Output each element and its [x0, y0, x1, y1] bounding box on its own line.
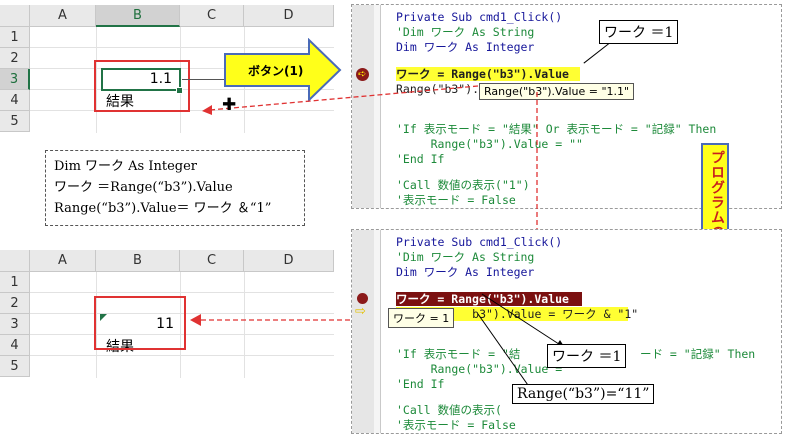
column-header-b[interactable]: B — [96, 250, 180, 272]
row-header-5[interactable]: 5 — [0, 356, 30, 377]
bottom-cells-highlight-box — [94, 296, 186, 350]
note-line-1: Dim ワーク As Integer — [54, 159, 198, 174]
code-line-3: Dim ワーク As Integer — [396, 40, 535, 54]
code-line-13: 'Call 数値の表示("1") — [396, 178, 530, 192]
note-line-2: ワーク ＝Range(“b3”).Value — [54, 180, 233, 195]
code-line-current: ワーク = Range("b3").Value — [396, 67, 569, 81]
value-tooltip: Range("b3").Value = "1.1" — [479, 83, 635, 100]
row-header-1[interactable]: 1 — [0, 27, 30, 48]
sheet-corner[interactable] — [0, 250, 30, 272]
range-value-callout: Range(“b3”)=“11” — [512, 384, 655, 404]
note-line-3: Range(“b3”).Value＝ ワーク ＆“1” — [54, 201, 272, 216]
cursor-cross-icon: ✚ — [222, 95, 237, 115]
code-line-1: Private Sub cmd1_Click() — [396, 235, 563, 249]
breakpoint-icon[interactable] — [357, 293, 368, 304]
button-arrow-label: ボタン(1) — [248, 64, 304, 78]
code-line-14: '表示モード = False — [396, 418, 516, 432]
row-header-4[interactable]: 4 — [0, 90, 30, 111]
code-line-14: '表示モード = False — [396, 193, 516, 207]
column-header-c[interactable]: C — [180, 5, 244, 27]
code-line-13: 'Call 数値の表示( — [396, 403, 502, 417]
row-header-3[interactable]: 3 — [0, 69, 30, 90]
work-value-callout: ワーク ＝1 — [599, 20, 679, 44]
code-line-11: 'End If — [396, 152, 445, 166]
code-line-9-suffix: ード = "記録" Then — [640, 347, 756, 361]
current-line-arrow-icon: ⇨ — [355, 304, 366, 319]
row-header-1[interactable]: 1 — [0, 272, 30, 293]
code-line-3: Dim ワーク As Integer — [396, 265, 535, 279]
column-header-a[interactable]: A — [30, 250, 96, 272]
top-cells-highlight-box — [94, 60, 190, 112]
grid-line — [30, 355, 334, 356]
row-header-2[interactable]: 2 — [0, 293, 30, 314]
work-value-callout: ワーク ＝1 — [547, 344, 627, 368]
code-note-box: Dim ワーク As Integer ワーク ＝Range(“b3”).Valu… — [45, 150, 305, 226]
code-line-10: Range("b3").Value = "" — [396, 137, 583, 151]
current-line-icon: ➪ — [358, 69, 367, 80]
code-line-2: 'Dim ワーク As String — [396, 250, 535, 264]
code-line-1: Private Sub cmd1_Click() — [396, 10, 563, 24]
column-header-c[interactable]: C — [180, 250, 244, 272]
sheet-corner[interactable] — [0, 5, 30, 27]
column-header-b[interactable]: B — [96, 5, 180, 27]
row-header-4[interactable]: 4 — [0, 335, 30, 356]
code-line-11: 'End If — [396, 377, 445, 391]
row-header-3[interactable]: 3 — [0, 314, 30, 335]
column-header-a[interactable]: A — [30, 5, 96, 27]
grid-line — [30, 292, 334, 293]
editor-margin-inner — [374, 230, 381, 433]
row-header-5[interactable]: 5 — [0, 111, 30, 132]
top-result-arrow — [202, 85, 479, 115]
column-header-d[interactable]: D — [244, 5, 334, 27]
value-tooltip: ワーク = 1 — [388, 308, 455, 328]
row-header-2[interactable]: 2 — [0, 48, 30, 69]
editor-margin[interactable] — [352, 230, 375, 433]
code-line-9: 'If 表示モード = "結果" Or 表示モード = "記録" Then — [396, 122, 717, 136]
column-header-d[interactable]: D — [244, 250, 334, 272]
code-line-2: 'Dim ワーク As String — [396, 25, 535, 39]
